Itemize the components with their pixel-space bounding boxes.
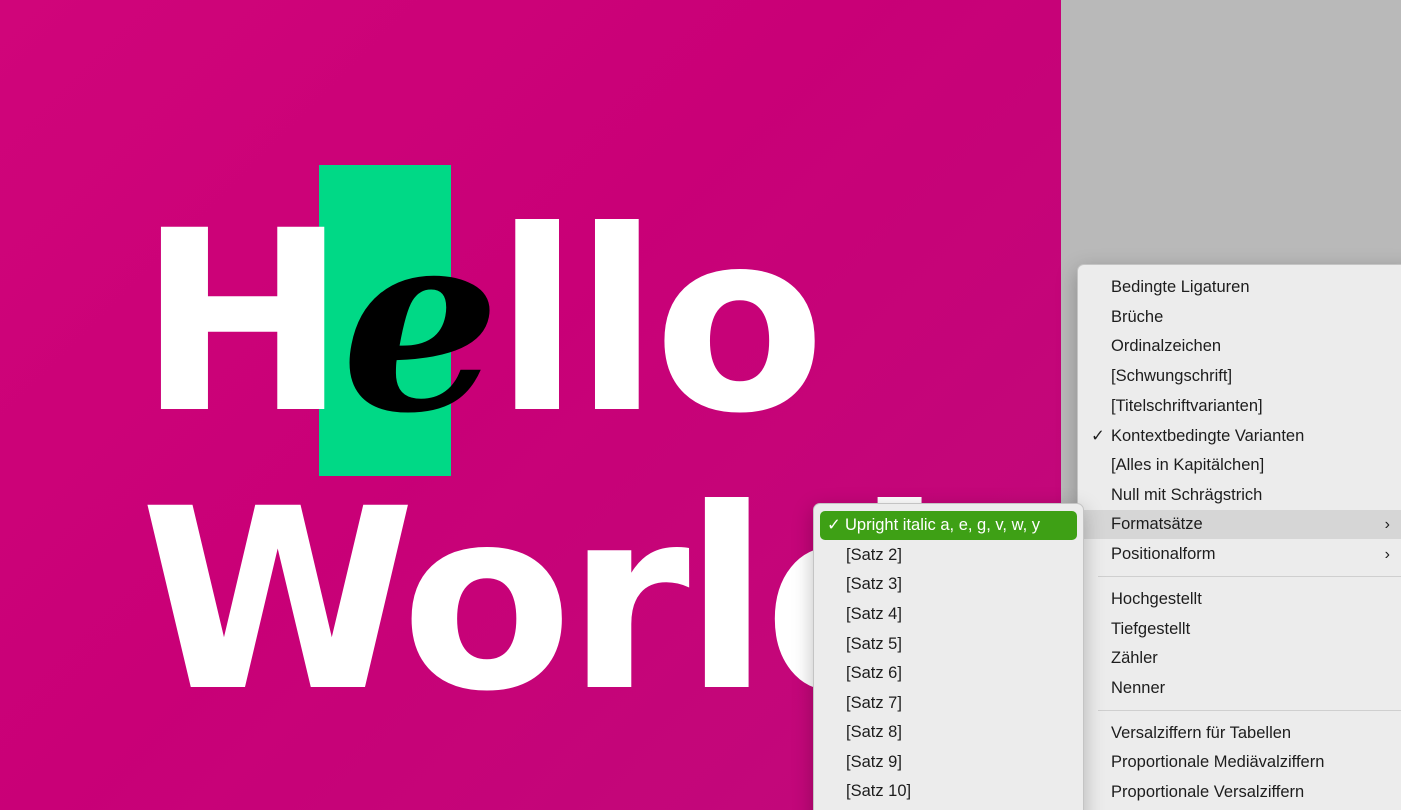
glyph-h: H	[138, 177, 347, 468]
menu-item-ordinalzeichen[interactable]: Ordinalzeichen	[1078, 332, 1401, 361]
submenu-item-satz-6[interactable]: [Satz 6]	[814, 659, 1083, 688]
glyph-llo: llo	[494, 177, 825, 468]
menu-item-null-mit-schraegstrich[interactable]: Null mit Schrägstrich	[1078, 481, 1401, 510]
screen: Hello World Bedingte Ligaturen Brüche Or…	[0, 0, 1401, 810]
menu-item-formatsaetze[interactable]: Formatsätze ›	[1078, 510, 1401, 539]
menu-item-positionalform-label: Positionalform	[1111, 545, 1216, 563]
menu-item-kontextbedingte-varianten[interactable]: Kontextbedingte Varianten	[1078, 422, 1401, 451]
menu-item-zaehler[interactable]: Zähler	[1078, 644, 1401, 673]
menu-separator	[1098, 576, 1401, 577]
headline-hello[interactable]: Hello	[138, 196, 825, 448]
menu-item-tiefgestellt[interactable]: Tiefgestellt	[1078, 615, 1401, 644]
glyph-e-selected[interactable]: e	[341, 174, 500, 468]
submenu-item-satz-4[interactable]: [Satz 4]	[814, 600, 1083, 629]
menu-item-schwungschrift[interactable]: [Schwungschrift]	[1078, 362, 1401, 391]
submenu-item-satz-8[interactable]: [Satz 8]	[814, 718, 1083, 747]
menu-item-titelschriftvarianten[interactable]: [Titelschriftvarianten]	[1078, 392, 1401, 421]
formatsaetze-submenu: Upright italic a, e, g, v, w, y [Satz 2]…	[813, 503, 1084, 810]
menu-item-nenner[interactable]: Nenner	[1078, 674, 1401, 703]
chevron-right-icon: ›	[1384, 516, 1390, 533]
submenu-item-satz-10[interactable]: [Satz 10]	[814, 777, 1083, 806]
submenu-item-satz-3[interactable]: [Satz 3]	[814, 570, 1083, 599]
submenu-item-satz-2[interactable]: [Satz 2]	[814, 541, 1083, 570]
menu-item-hochgestellt[interactable]: Hochgestellt	[1078, 585, 1401, 614]
submenu-item-satz-9[interactable]: [Satz 9]	[814, 748, 1083, 777]
menu-item-versalziffern-fuer-tabellen[interactable]: Versalziffern für Tabellen	[1078, 719, 1401, 748]
menu-item-positionalform[interactable]: Positionalform ›	[1078, 540, 1401, 569]
submenu-item-upright-italic[interactable]: Upright italic a, e, g, v, w, y	[820, 511, 1077, 540]
menu-item-proportionale-versalziffern[interactable]: Proportionale Versalziffern	[1078, 778, 1401, 807]
menu-item-formatsaetze-label: Formatsätze	[1111, 515, 1203, 533]
submenu-item-satz-7[interactable]: [Satz 7]	[814, 689, 1083, 718]
menu-item-brueche[interactable]: Brüche	[1078, 303, 1401, 332]
submenu-item-satz-5[interactable]: [Satz 5]	[814, 630, 1083, 659]
menu-item-bedingte-ligaturen[interactable]: Bedingte Ligaturen	[1078, 273, 1401, 302]
chevron-right-icon: ›	[1384, 546, 1390, 563]
menu-item-proportionale-mediaevalziffern[interactable]: Proportionale Mediävalziffern	[1078, 748, 1401, 777]
menu-separator	[1098, 710, 1401, 711]
menu-item-alles-in-kapitaelchen[interactable]: [Alles in Kapitälchen]	[1078, 451, 1401, 480]
opentype-features-menu: Bedingte Ligaturen Brüche Ordinalzeichen…	[1077, 264, 1401, 810]
